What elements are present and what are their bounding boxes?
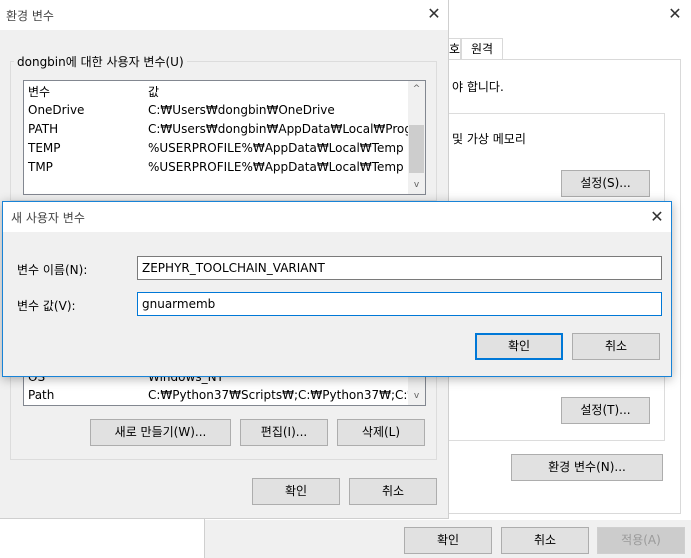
tab-remote-label: 원격 <box>470 42 494 56</box>
new-var-cancel-button[interactable]: 취소 <box>572 333 660 360</box>
edit-variable-button[interactable]: 편집(I)... <box>240 419 328 446</box>
env-title: 환경 변수 <box>6 9 54 23</box>
tab-left-partial-label: 호 <box>449 42 461 56</box>
column-header-value[interactable]: 값 <box>148 83 408 100</box>
list-item[interactable]: OneDrive C:₩Users₩dongbin₩OneDrive <box>28 103 408 122</box>
sys-left-edge <box>204 518 205 558</box>
user-vars-list[interactable]: 변수 값 OneDrive C:₩Users₩dongbin₩OneDrive … <box>23 80 426 195</box>
tab-left-partial[interactable]: 호 <box>449 38 461 59</box>
new-var-ok-button[interactable]: 확인 <box>475 333 563 360</box>
var-name: TEMP <box>28 141 61 155</box>
var-name: Path <box>28 388 55 402</box>
env-titlebar: 환경 변수 ✕ <box>0 0 448 30</box>
performance-text: 및 가상 메모리 <box>452 132 526 146</box>
list-item[interactable]: TEMP %USERPROFILE%₩AppData₩Local₩Temp <box>28 141 408 160</box>
scroll-down-icon[interactable]: v <box>408 388 425 405</box>
var-name: TMP <box>28 160 53 174</box>
admin-note-text: 야 합니다. <box>452 80 504 94</box>
sys-cancel-button[interactable]: 취소 <box>501 527 589 554</box>
var-name-label: 변수 이름(N): <box>17 263 88 277</box>
var-name: PATH <box>28 122 59 136</box>
new-user-variable-dialog: 새 사용자 변수 ✕ 변수 이름(N): ZEPHYR_TOOLCHAIN_VA… <box>2 201 672 377</box>
var-value: C:₩Python37₩Scripts₩;C:₩Python37₩;C:₩Wi.… <box>148 388 408 402</box>
list-header: 변수 값 <box>28 83 408 102</box>
tab-remote[interactable]: 원격 <box>461 38 503 59</box>
var-value: %USERPROFILE%₩AppData₩Local₩Temp <box>148 160 404 174</box>
env-close-icon[interactable]: ✕ <box>422 2 446 26</box>
scroll-down-icon[interactable]: v <box>408 177 425 194</box>
user-vars-scrollbar[interactable]: ^ v <box>408 81 425 194</box>
var-name: OneDrive <box>28 103 85 117</box>
new-var-title: 새 사용자 변수 <box>11 211 85 225</box>
user-vars-group-title: dongbin에 대한 사용자 변수(U) <box>14 53 187 70</box>
var-value-field[interactable]: gnuarmemb <box>137 292 662 316</box>
env-ok-button[interactable]: 확인 <box>252 478 340 505</box>
settings-performance-button[interactable]: 설정(S)... <box>561 170 650 197</box>
scroll-thumb[interactable] <box>409 125 424 173</box>
system-properties-close-icon[interactable]: ✕ <box>663 2 687 26</box>
list-item[interactable]: PATH C:₩Users₩dongbin₩AppData₩Local₩Prog… <box>28 122 408 141</box>
var-value: C:₩Users₩dongbin₩AppData₩Local₩Progra... <box>148 122 408 136</box>
settings-startup-button[interactable]: 설정(T)... <box>561 397 650 424</box>
list-item[interactable]: TMP %USERPROFILE%₩AppData₩Local₩Temp <box>28 160 408 179</box>
env-cancel-button[interactable]: 취소 <box>349 478 437 505</box>
delete-variable-button[interactable]: 삭제(L) <box>337 419 425 446</box>
scroll-up-icon[interactable]: ^ <box>408 81 425 98</box>
environment-variables-button[interactable]: 환경 변수(N)... <box>511 454 663 481</box>
new-var-titlebar: 새 사용자 변수 ✕ <box>3 202 671 232</box>
sys-ok-button[interactable]: 확인 <box>404 527 492 554</box>
new-var-close-icon[interactable]: ✕ <box>645 205 669 229</box>
column-header-var[interactable]: 변수 <box>28 83 148 100</box>
sys-apply-button: 적용(A) <box>597 527 685 554</box>
list-item[interactable]: Path C:₩Python37₩Scripts₩;C:₩Python37₩;C… <box>28 388 408 405</box>
var-name-field[interactable]: ZEPHYR_TOOLCHAIN_VARIANT <box>137 256 662 280</box>
var-value: %USERPROFILE%₩AppData₩Local₩Temp <box>148 141 404 155</box>
var-value-label: 변수 값(V): <box>17 299 76 313</box>
new-variable-button[interactable]: 새로 만들기(W)... <box>90 419 231 446</box>
var-value: C:₩Users₩dongbin₩OneDrive <box>148 103 335 117</box>
